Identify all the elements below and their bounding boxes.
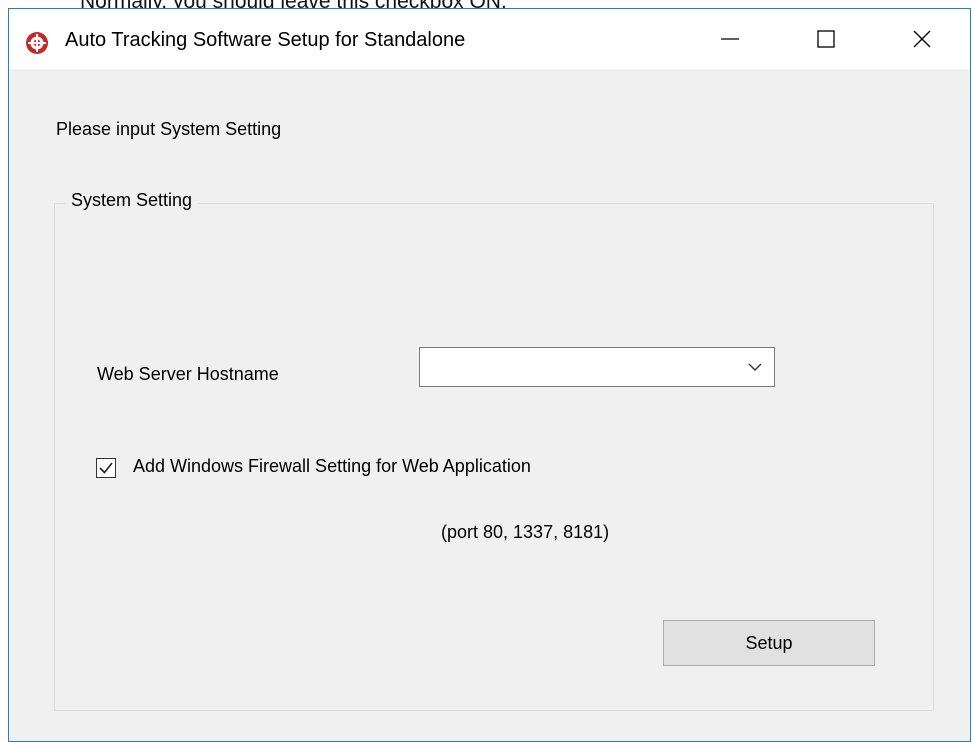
- hostname-label: Web Server Hostname: [97, 364, 279, 384]
- minimize-button[interactable]: [682, 9, 778, 69]
- app-badge-icon: [26, 32, 48, 54]
- close-button[interactable]: [874, 9, 970, 69]
- instruction-text: Please input System Setting: [56, 119, 282, 139]
- maximize-button[interactable]: [778, 9, 874, 69]
- chevron-down-icon[interactable]: [748, 362, 762, 372]
- port-note: (port 80, 1337, 8181): [441, 522, 610, 542]
- close-icon: [913, 30, 931, 48]
- firewall-checkbox-label[interactable]: Add Windows Firewall Setting for Web App…: [133, 456, 531, 477]
- system-setting-group: System Setting Web Server Hostname Add W…: [54, 190, 934, 711]
- group-title: System Setting: [65, 190, 199, 211]
- setup-window: Auto Tracking Software Setup for Standal…: [8, 8, 971, 742]
- checkmark-icon: [99, 462, 113, 474]
- setup-button[interactable]: Setup: [663, 620, 875, 666]
- window-title: Auto Tracking Software Setup for Standal…: [65, 29, 466, 51]
- firewall-checkbox[interactable]: [96, 458, 116, 478]
- maximize-icon: [817, 30, 835, 48]
- hostname-combobox[interactable]: [419, 347, 775, 387]
- title-bar[interactable]: Auto Tracking Software Setup for Standal…: [9, 9, 970, 69]
- minimize-icon: [721, 38, 739, 40]
